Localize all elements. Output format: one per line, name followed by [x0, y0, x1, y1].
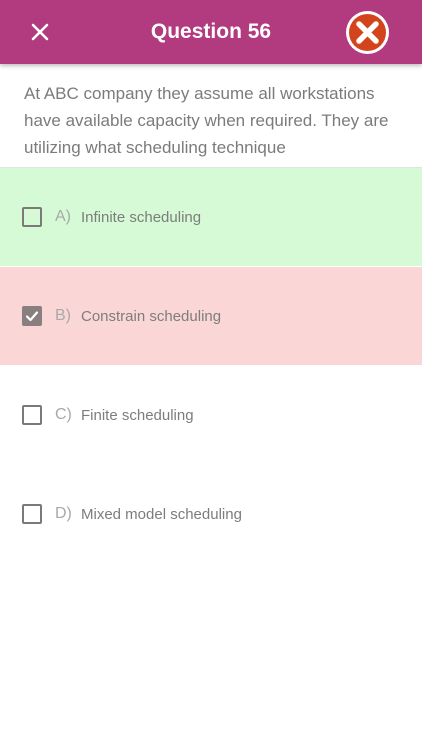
- option-letter: D): [55, 505, 72, 522]
- checkbox-d[interactable]: [22, 504, 42, 524]
- answer-option-b[interactable]: B) Constrain scheduling: [0, 267, 422, 365]
- close-button[interactable]: [26, 18, 54, 46]
- wrong-answer-icon: [346, 11, 389, 54]
- checkbox-c[interactable]: [22, 405, 42, 425]
- answer-option-d[interactable]: D) Mixed model scheduling: [0, 465, 422, 563]
- checkmark-icon: [25, 311, 39, 322]
- option-letter: C): [55, 406, 72, 423]
- option-text: Mixed model scheduling: [81, 505, 242, 523]
- checkbox-a[interactable]: [22, 207, 42, 227]
- option-letter: A): [55, 208, 71, 225]
- question-text: At ABC company they assume all workstati…: [24, 84, 389, 157]
- answer-option-a[interactable]: A) Infinite scheduling: [0, 168, 422, 266]
- app-header: Question 56: [0, 0, 422, 64]
- option-text: Constrain scheduling: [81, 307, 222, 325]
- checkbox-b[interactable]: [22, 306, 42, 326]
- option-text: Finite scheduling: [81, 406, 194, 424]
- option-letter: B): [55, 307, 71, 324]
- answer-option-c[interactable]: C) Finite scheduling: [0, 366, 422, 464]
- close-icon: [31, 23, 49, 41]
- option-text: Infinite scheduling: [81, 208, 202, 226]
